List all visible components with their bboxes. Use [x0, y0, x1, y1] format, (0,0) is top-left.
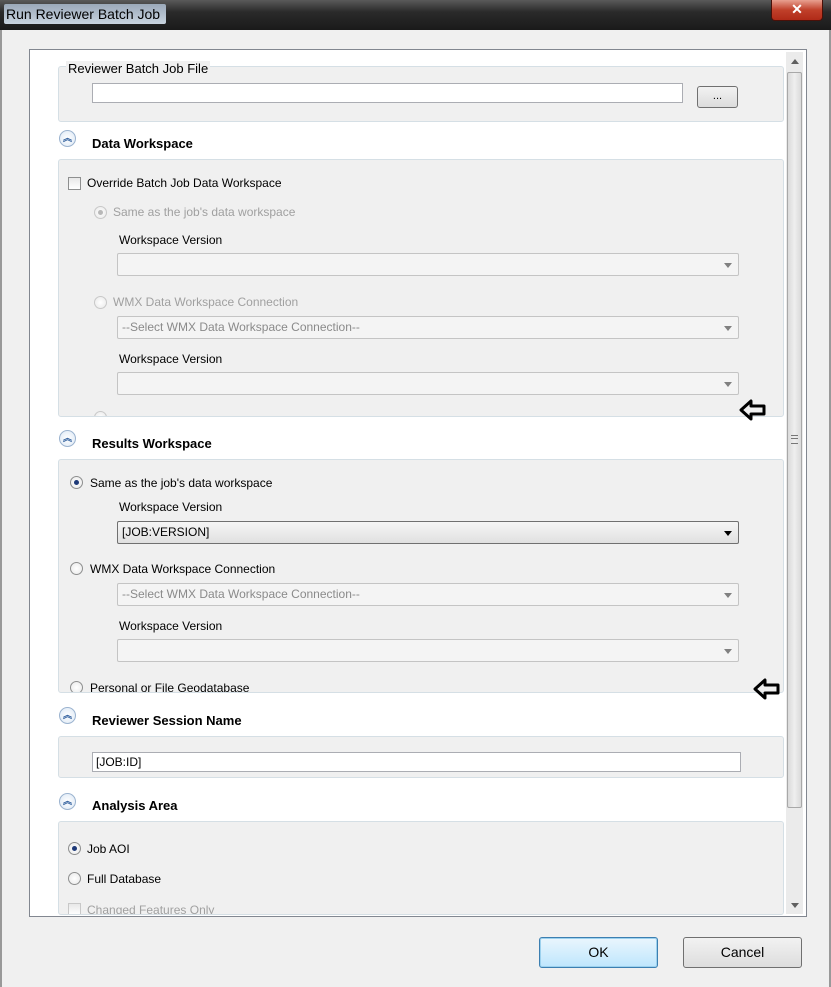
analysis-area-header: Analysis Area: [92, 798, 178, 813]
results-wmx-version-dropdown[interactable]: [117, 639, 739, 662]
data-same-as-job-radio[interactable]: [94, 206, 107, 219]
collapse-icon[interactable]: ︽: [59, 707, 76, 724]
close-button[interactable]: ✕: [771, 0, 823, 21]
ok-button[interactable]: OK: [539, 937, 658, 968]
data-workspace-version-label: Workspace Version: [119, 233, 223, 247]
grip-icon: [791, 435, 798, 444]
data-same-as-job-label: Same as the job's data workspace: [113, 205, 296, 219]
results-wmx-connection-dropdown[interactable]: --Select WMX Data Workspace Connection--: [117, 583, 739, 606]
data-geodatabase-radio[interactable]: [94, 411, 107, 416]
data-workspace-group: Override Batch Job Data Workspace Same a…: [58, 159, 784, 417]
results-wmx-version-label: Workspace Version: [119, 619, 223, 633]
browse-button[interactable]: ...: [697, 86, 738, 108]
results-workspace-version-dropdown[interactable]: [JOB:VERSION]: [117, 521, 739, 544]
results-workspace-header: Results Workspace: [92, 436, 212, 451]
window-title: Run Reviewer Batch Job: [4, 4, 167, 24]
override-label: Override Batch Job Data Workspace: [87, 176, 282, 190]
batch-file-input[interactable]: [92, 83, 683, 103]
results-same-as-job-label: Same as the job's data workspace: [90, 476, 273, 490]
data-wmx-radio[interactable]: [94, 296, 107, 309]
results-workspace-version-label: Workspace Version: [119, 500, 223, 514]
chevron-down-icon: [724, 649, 732, 654]
data-wmx-label: WMX Data Workspace Connection: [113, 295, 299, 309]
scroll-panel: Reviewer Batch Job File ... ︽ Data Works…: [29, 49, 807, 917]
data-workspace-version-dropdown[interactable]: [117, 253, 739, 276]
batch-file-label: Reviewer Batch Job File: [66, 61, 211, 76]
chevron-down-icon: [724, 382, 732, 387]
chevron-down-icon: [724, 593, 732, 598]
session-name-header: Reviewer Session Name: [92, 713, 242, 728]
scroll-up-arrow-icon[interactable]: [791, 59, 799, 64]
scroll-down-arrow-icon[interactable]: [791, 903, 799, 908]
data-wmx-version-label: Workspace Version: [119, 352, 223, 366]
results-geodatabase-radio[interactable]: [70, 681, 83, 692]
changed-features-checkbox[interactable]: [68, 903, 81, 914]
annotation-arrow-icon: [739, 399, 766, 421]
scrollbar-thumb[interactable]: [787, 72, 802, 808]
chevron-down-icon: [724, 263, 732, 268]
results-wmx-label: WMX Data Workspace Connection: [90, 562, 276, 576]
results-same-as-job-radio[interactable]: [70, 476, 83, 489]
results-geodatabase-label: Personal or File Geodatabase: [90, 681, 250, 693]
analysis-area-group: Job AOI Full Database Changed Features O…: [58, 821, 784, 915]
collapse-icon[interactable]: ︽: [59, 130, 76, 147]
title-bar: Run Reviewer Batch Job ✕: [0, 0, 831, 30]
chevron-down-icon: [724, 326, 732, 331]
changed-features-label: Changed Features Only: [87, 903, 215, 915]
annotation-arrow-icon: [753, 678, 780, 700]
chevron-down-icon: [724, 531, 732, 536]
job-aoi-label: Job AOI: [87, 842, 130, 856]
cancel-button[interactable]: Cancel: [683, 937, 802, 968]
collapse-icon[interactable]: ︽: [59, 793, 76, 810]
override-checkbox[interactable]: [68, 177, 81, 190]
collapse-icon[interactable]: ︽: [59, 430, 76, 447]
job-aoi-radio[interactable]: [68, 842, 81, 855]
window-frame-left: [0, 30, 2, 987]
results-workspace-group: Same as the job's data workspace Workspa…: [58, 459, 784, 693]
vertical-scrollbar[interactable]: [786, 52, 803, 914]
data-wmx-version-dropdown[interactable]: [117, 372, 739, 395]
full-database-label: Full Database: [87, 872, 162, 886]
data-workspace-header: Data Workspace: [92, 136, 193, 151]
full-database-radio[interactable]: [68, 872, 81, 885]
session-name-input[interactable]: [JOB:ID]: [92, 752, 741, 772]
results-wmx-radio[interactable]: [70, 562, 83, 575]
data-wmx-connection-dropdown[interactable]: --Select WMX Data Workspace Connection--: [117, 316, 739, 339]
